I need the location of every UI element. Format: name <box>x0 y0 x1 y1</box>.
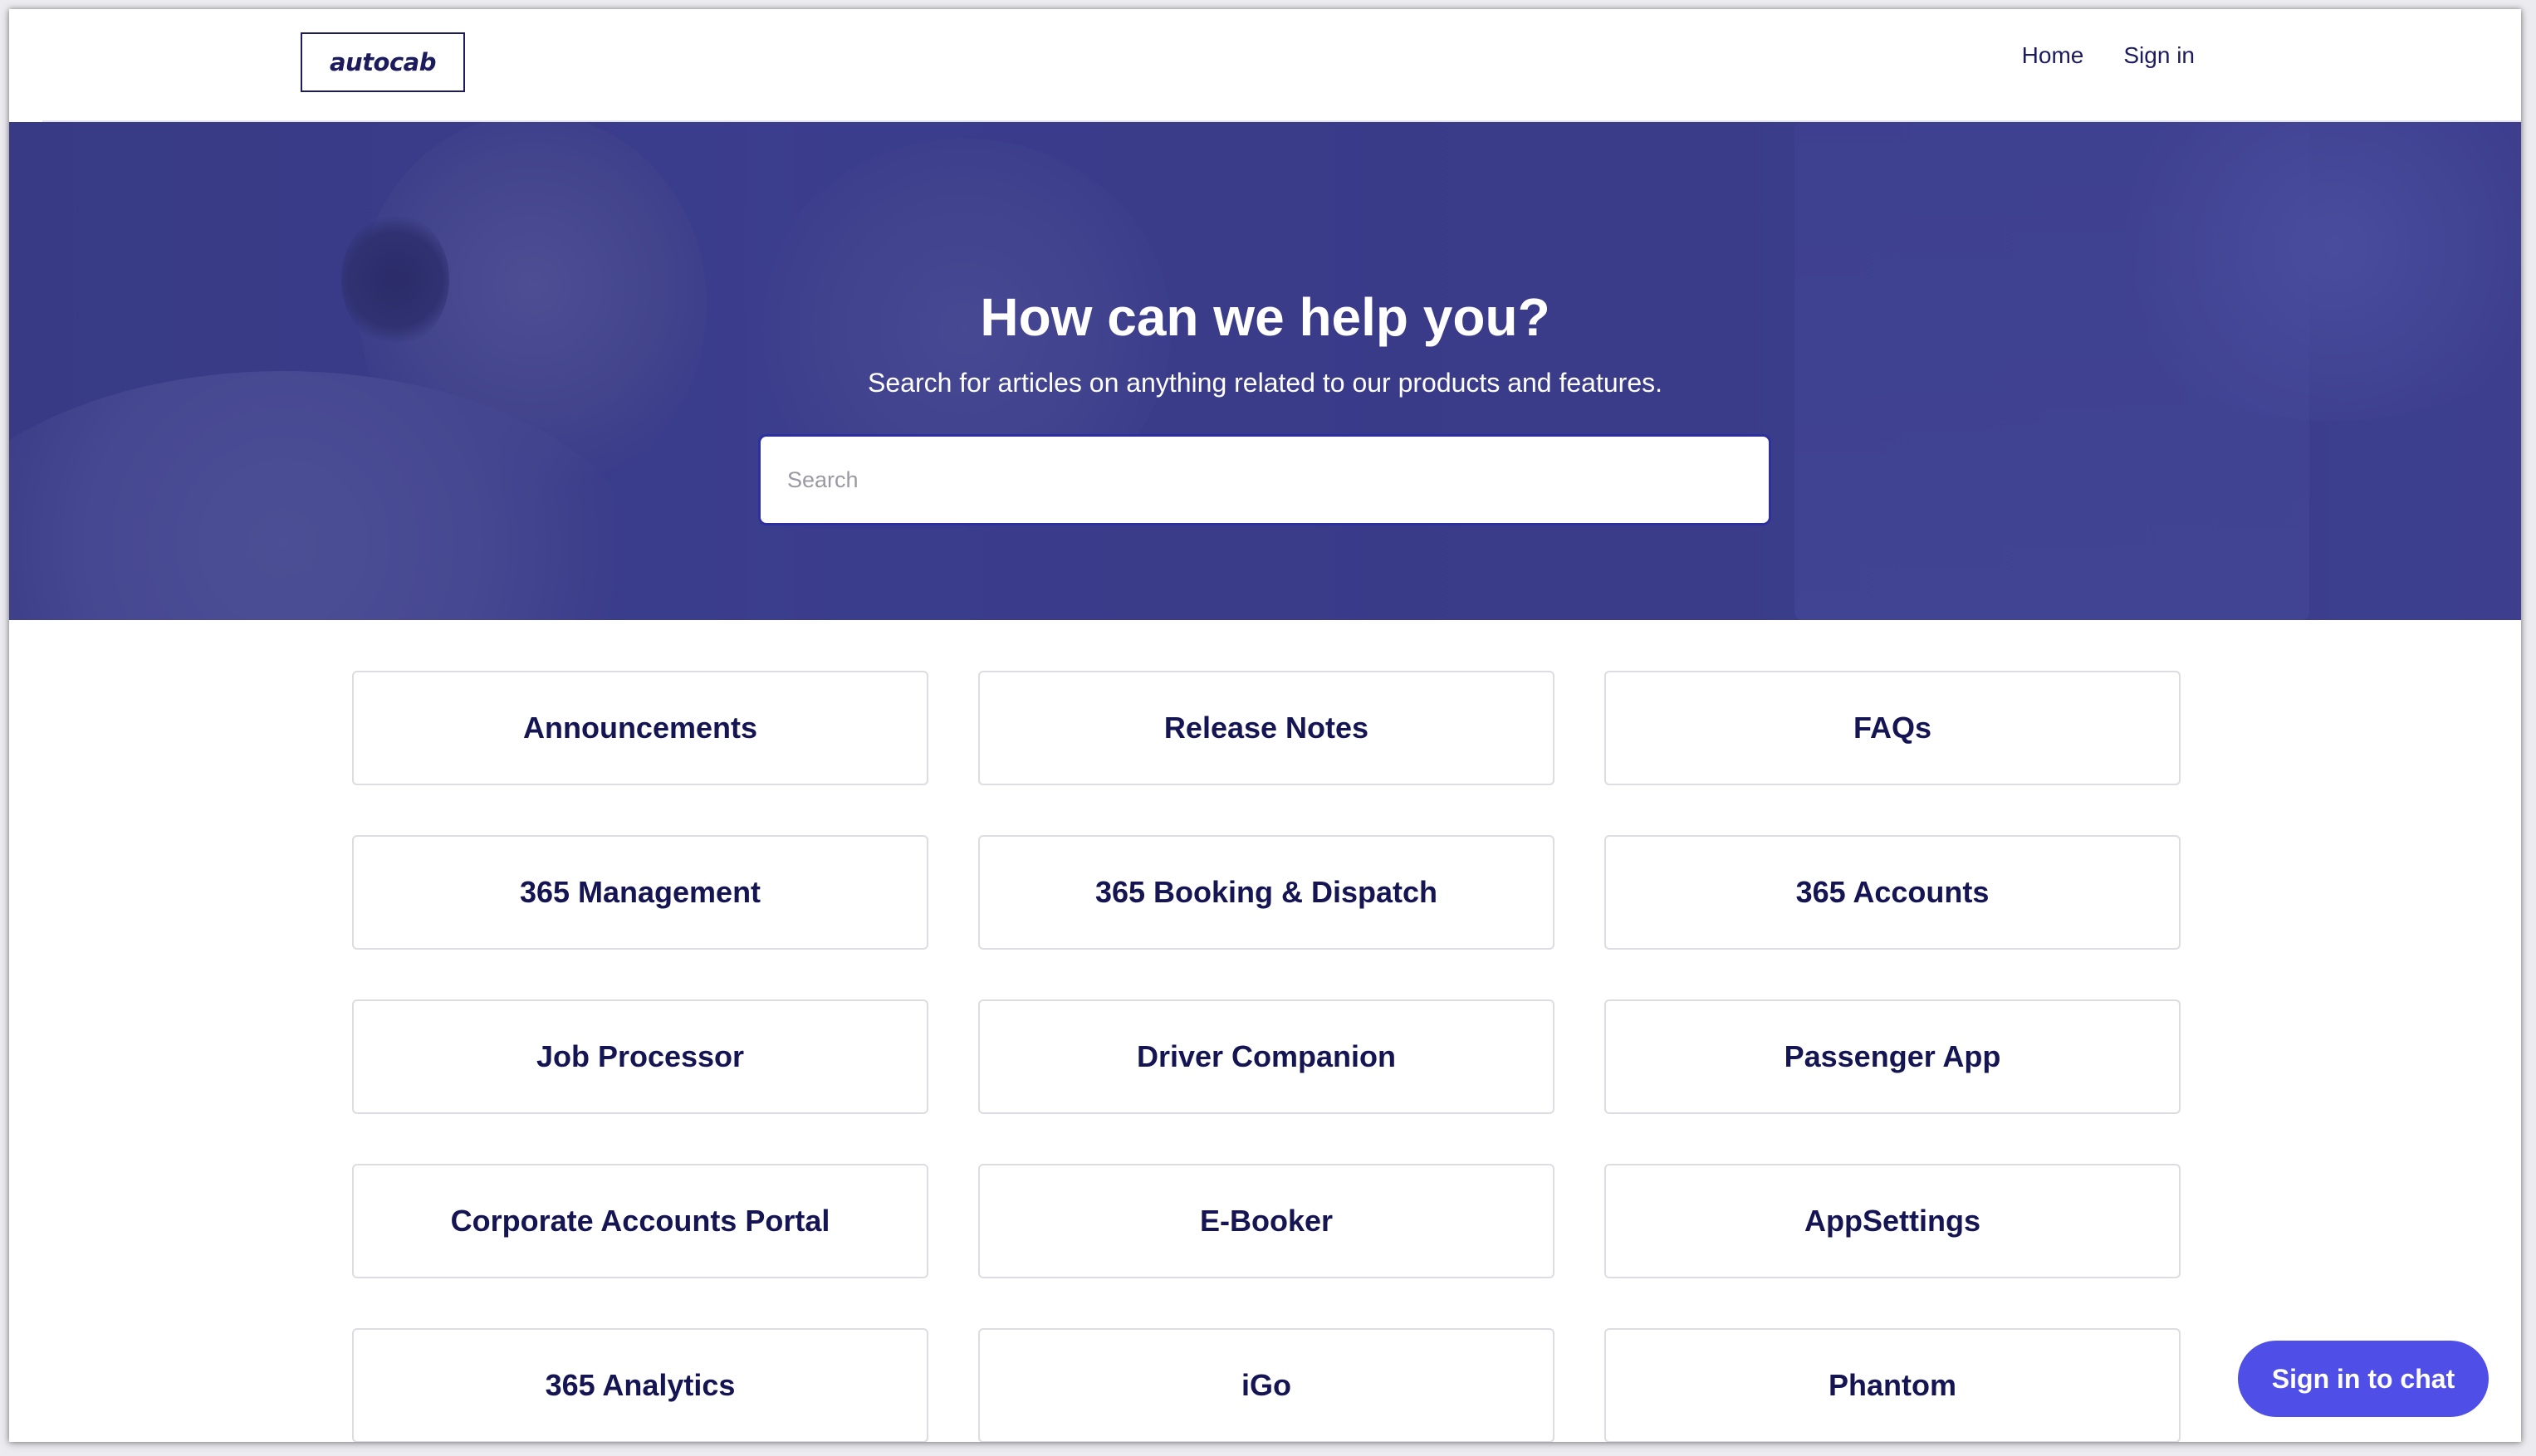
category-card-corporate-accounts-portal[interactable]: Corporate Accounts Portal <box>352 1164 928 1278</box>
browser-window: autocab Home Sign in How can we help you… <box>9 9 2521 1442</box>
category-label: Passenger App <box>1784 1039 2001 1073</box>
category-grid: Announcements Release Notes FAQs 365 Man… <box>352 671 2181 1442</box>
hero-title: How can we help you? <box>980 287 1550 347</box>
autocab-logo[interactable]: autocab <box>301 32 465 92</box>
nav-sign-in-link[interactable]: Sign in <box>2123 42 2195 69</box>
category-label: Announcements <box>522 711 758 745</box>
category-card-appsettings[interactable]: AppSettings <box>1604 1164 2181 1278</box>
category-label: 365 Accounts <box>1795 875 1990 909</box>
category-card-job-processor[interactable]: Job Processor <box>352 999 928 1114</box>
category-label: Corporate Accounts Portal <box>450 1204 830 1238</box>
category-label: E-Booker <box>1199 1204 1334 1238</box>
top-nav: Home Sign in <box>2022 42 2195 69</box>
category-label: Driver Companion <box>1136 1039 1397 1073</box>
category-card-driver-companion[interactable]: Driver Companion <box>978 999 1554 1114</box>
category-card-e-booker[interactable]: E-Booker <box>978 1164 1554 1278</box>
category-card-release-notes[interactable]: Release Notes <box>978 671 1554 785</box>
search-input[interactable] <box>758 434 1771 525</box>
category-card-igo[interactable]: iGo <box>978 1328 1554 1442</box>
category-label: Job Processor <box>536 1039 745 1073</box>
category-label: 365 Booking & Dispatch <box>1094 875 1438 909</box>
category-label: Phantom <box>1828 1368 1956 1402</box>
hero-subtitle: Search for articles on anything related … <box>868 368 1662 398</box>
category-label: FAQs <box>1853 711 1932 745</box>
category-label: 365 Management <box>519 875 761 909</box>
category-label: Release Notes <box>1163 711 1369 745</box>
category-card-365-accounts[interactable]: 365 Accounts <box>1604 835 2181 950</box>
category-label: 365 Analytics <box>545 1368 736 1402</box>
category-card-passenger-app[interactable]: Passenger App <box>1604 999 2181 1114</box>
category-card-365-booking-dispatch[interactable]: 365 Booking & Dispatch <box>978 835 1554 950</box>
category-card-phantom[interactable]: Phantom <box>1604 1328 2181 1442</box>
hero-banner: How can we help you? Search for articles… <box>9 122 2521 620</box>
nav-home-link[interactable]: Home <box>2022 42 2084 69</box>
category-card-faqs[interactable]: FAQs <box>1604 671 2181 785</box>
site-header: autocab Home Sign in <box>9 9 2521 122</box>
category-label: AppSettings <box>1804 1204 1980 1238</box>
category-card-365-analytics[interactable]: 365 Analytics <box>352 1328 928 1442</box>
category-card-announcements[interactable]: Announcements <box>352 671 928 785</box>
sign-in-to-chat-button[interactable]: Sign in to chat <box>2238 1341 2489 1417</box>
category-label: iGo <box>1241 1368 1291 1402</box>
category-card-365-management[interactable]: 365 Management <box>352 835 928 950</box>
